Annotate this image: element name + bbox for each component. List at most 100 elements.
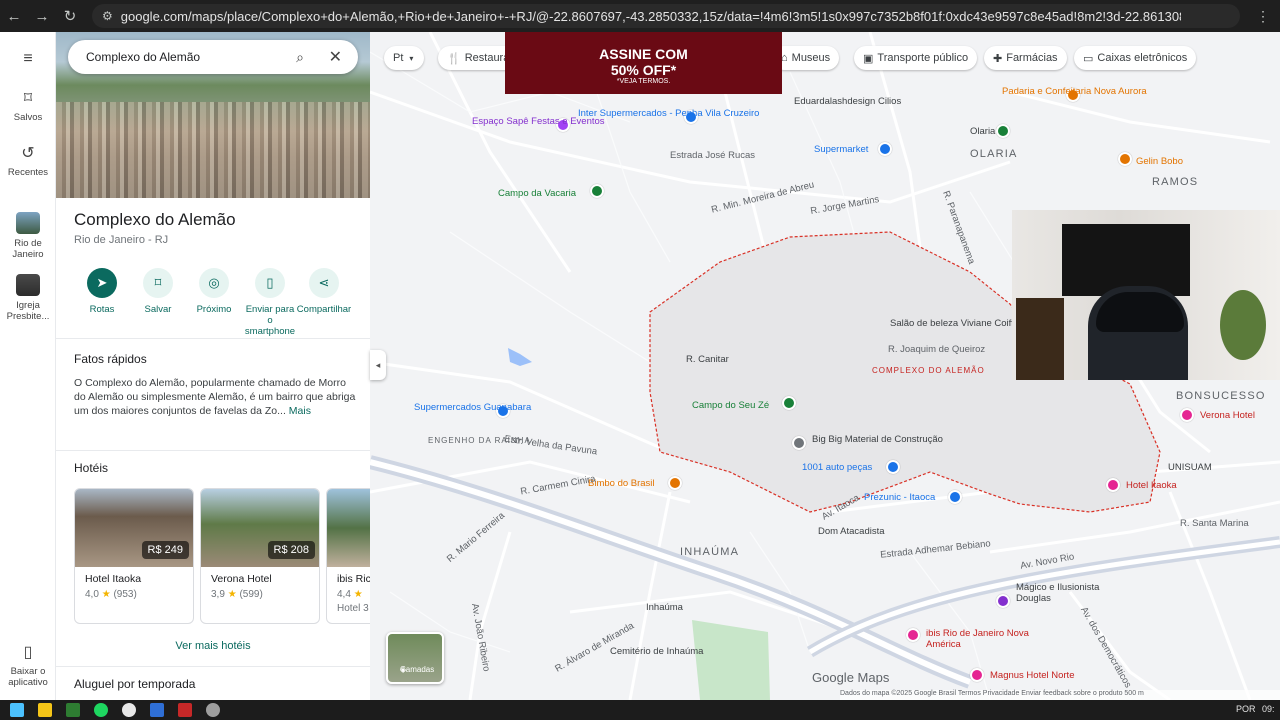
share-button[interactable]: ⋖ Compartilhar [296,268,352,315]
ad-banner[interactable]: ASSINE COM 50% OFF* *VEJA TERMOS. [505,32,782,94]
poi-label[interactable]: Inhaúma [646,602,683,613]
entertainer-pin[interactable] [996,594,1010,608]
poi-label[interactable]: Dom Atacadista [818,526,885,537]
chevron-left-icon: ◂ [375,359,381,370]
poi-label[interactable]: Campo do Seu Zé [692,400,769,411]
hotel-card[interactable]: R$ 208 Verona Hotel 3,9 ★ (599) [200,488,320,624]
map-attribution[interactable]: Dados do mapa ©2025 Google Brasil Termos… [840,690,1280,700]
hotel-card[interactable]: ibis Ric 4,4 ★ Hotel 3 [326,488,370,624]
see-more-hotels-link[interactable]: Ver mais hotéis [56,640,370,652]
poi-label[interactable]: Supermarket [814,144,868,155]
poi-label[interactable]: Gelin Bobo [1136,156,1183,167]
poi-label[interactable]: Campo da Vacaria [498,188,576,199]
layers-button[interactable]: ◈ Camadas [386,632,444,684]
nearby-label: Próximo [196,304,232,315]
hotel-pin[interactable] [970,668,984,682]
rail-recent-place-2[interactable]: Igreja Presbite... [0,274,56,322]
search-value[interactable]: Complexo do Alemão [86,50,200,64]
poi-label[interactable]: Padaria e Confeitaria Nova Aurora [1002,86,1147,97]
hotel-rating-value: 4,0 [85,589,99,600]
poi-label[interactable]: Big Big Material de Construção [812,434,943,445]
street-label: R. Canitar [686,354,729,365]
hotel-rating: 4,0 ★ (953) [85,589,137,600]
forward-icon[interactable]: → [28,2,56,30]
poi-label[interactable]: Olaria [970,126,995,137]
search-icon[interactable]: ⌕ [296,49,304,66]
rail-menu-button[interactable]: ≡ [0,50,56,72]
chip-label: Museus [791,52,831,64]
chip-transit[interactable]: ▣ Transporte público [854,46,978,70]
spotify-icon[interactable] [94,703,108,717]
atm-icon: ▭ [1083,52,1094,65]
app-icon[interactable] [178,703,192,717]
poi-label[interactable]: ibis Rio de Janeiro Nova América [926,628,1036,650]
hotel-type: Hotel 3 [337,603,369,614]
map-type-dropdown[interactable]: Pt ▾ [384,46,424,70]
hotel-pin[interactable] [1106,478,1120,492]
address-bar[interactable]: ⚙ google.com/maps/place/Complexo+do+Alem… [92,4,1240,28]
hotel-pin[interactable] [906,628,920,642]
poi-label[interactable]: Hotel Itaoka [1126,480,1177,491]
save-button[interactable]: ⌑ Salvar [130,268,186,315]
rail-get-app-button[interactable]: ▯ Baixar o aplicativo [0,642,56,688]
poi-label[interactable]: Prezunic - Itaoca [864,492,935,503]
clock[interactable]: 09: [1262,704,1275,714]
place-pin[interactable] [996,124,1010,138]
windows-start-icon[interactable] [10,703,24,717]
url-text[interactable]: google.com/maps/place/Complexo+do+Alemão… [121,9,1181,24]
reload-icon[interactable]: ↻ [56,2,84,30]
poi-label[interactable]: UNISUAM [1168,462,1212,473]
hotel-card[interactable]: R$ 249 Hotel Itaoka 4,0 ★ (953) [74,488,194,624]
park-pin[interactable] [590,184,604,198]
poi-label[interactable]: Magnus Hotel Norte [990,670,1074,681]
food-pin[interactable] [668,476,682,490]
browser-menu-icon[interactable]: ⋮ [1256,8,1270,25]
search-input[interactable]: Complexo do Alemão ⌕ ✕ [68,40,358,74]
street-label: Estrada José Rucas [670,150,756,161]
rail-recent-button[interactable]: ↺ Recentes [0,143,56,178]
poi-label[interactable]: Inter Supermercados - Penha Vila Cruzeir… [578,108,759,119]
food-pin[interactable] [1118,152,1132,166]
poi-label[interactable]: Bimbo do Brasil [588,478,655,489]
browser-toolbar: ← → ↻ ⚙ google.com/maps/place/Complexo+d… [0,0,1280,32]
street-label: R. Joaquim de Queiroz [888,344,986,355]
chip-atms[interactable]: ▭ Caixas eletrônicos [1074,46,1197,70]
site-info-icon[interactable]: ⚙ [102,9,113,23]
facts-more-link[interactable]: Mais [289,405,311,417]
collapse-panel-button[interactable]: ◂ [370,350,386,380]
poi-label[interactable]: Cemitério de Inhaúma [610,646,703,657]
poi-label[interactable]: Mágico e Ilusionista Douglas [1016,582,1106,604]
obs-icon[interactable] [206,703,220,717]
map-canvas[interactable]: Pt ▾ 🍴 Restaurantes ⌂ Museus ▣ Transporte pú… [370,32,1280,700]
close-icon[interactable]: ✕ [329,47,342,67]
hotel-pin[interactable] [1180,408,1194,422]
restaurant-icon: 🍴 [447,52,461,65]
chip-pharmacies[interactable]: ✚ Farmácias [984,46,1067,70]
app-icon[interactable] [150,703,164,717]
file-explorer-icon[interactable] [38,703,52,717]
rail-recent-place-1[interactable]: Rio de Janeiro [0,212,56,260]
poi-label[interactable]: Supermercados Guanabara [414,402,531,413]
shopping-pin[interactable] [878,142,892,156]
shopping-pin[interactable] [886,460,900,474]
layers-text: Camadas [400,665,435,674]
poi-label[interactable]: Verona Hotel [1200,410,1255,421]
hamburger-icon[interactable]: ≡ [0,50,56,68]
nearby-button[interactable]: ◎ Próximo [186,268,242,315]
shopping-pin[interactable] [948,490,962,504]
poi-label[interactable]: Eduardalashdesign Cilios [794,96,901,107]
send-to-phone-button[interactable]: ▯ Enviar para o smartphone [242,268,298,337]
poi-label[interactable]: 1001 auto peças [802,462,872,473]
chrome-icon[interactable] [122,703,136,717]
directions-button[interactable]: ➤ Rotas [74,268,130,315]
back-icon[interactable]: ← [0,2,28,30]
ad-line-2: 50% OFF* [610,62,677,78]
chip-museums[interactable]: ⌂ Museus [772,46,840,70]
language-indicator[interactable]: POR [1236,704,1256,714]
os-taskbar: POR 09: [0,700,1280,720]
app-icon[interactable] [66,703,80,717]
park-pin[interactable] [782,396,796,410]
divider [56,450,370,451]
rail-saved-button[interactable]: ⌑ Salvos [0,88,56,123]
store-pin[interactable] [792,436,806,450]
